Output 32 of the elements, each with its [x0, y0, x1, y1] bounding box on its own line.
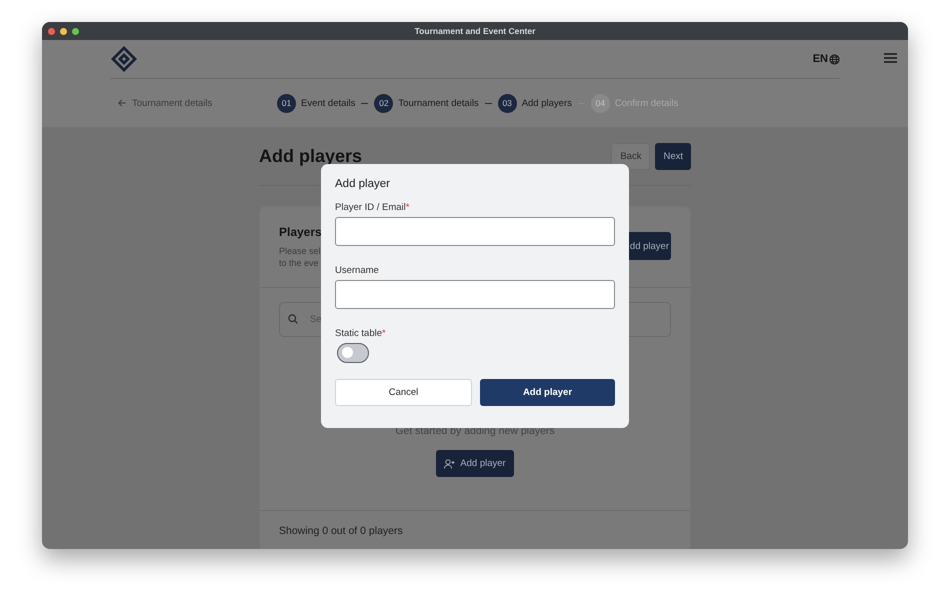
wizard-step[interactable]: 03 Add players [498, 94, 572, 112]
maximize-window-icon[interactable] [72, 28, 79, 34]
close-window-icon[interactable] [48, 28, 55, 34]
cancel-button[interactable]: Cancel [335, 379, 472, 406]
add-player-button[interactable]: Add player [480, 379, 615, 406]
toggle-switch[interactable] [337, 343, 369, 363]
step-number: 03 [498, 94, 517, 112]
add-player-button[interactable]: Add player [436, 450, 514, 477]
wizard-step[interactable]: 01 Event details [277, 94, 356, 112]
minimize-window-icon[interactable] [60, 28, 67, 34]
language-selector[interactable]: EN [812, 53, 840, 65]
user-plus-icon [444, 458, 456, 468]
card-title: Players [279, 225, 322, 239]
input-field[interactable] [335, 280, 615, 309]
globe-icon [829, 54, 840, 64]
arrow-left-icon [118, 99, 126, 107]
field-label: Player ID / Email* [335, 202, 410, 213]
input-field[interactable] [335, 217, 615, 246]
menu-icon[interactable] [884, 53, 897, 63]
dialog-title: Add player [335, 178, 391, 190]
wizard-step[interactable]: 02 Tournament details [374, 94, 479, 112]
next-button[interactable]: Next [655, 142, 691, 170]
page-title: Add players [259, 146, 362, 166]
players-count: Showing 0 out of 0 players [260, 510, 690, 549]
field-label: Username [335, 265, 380, 276]
step-number: 01 [277, 94, 296, 112]
step-number: 04 [590, 94, 610, 112]
field-label: Static table* [335, 328, 387, 339]
window-title: Tournament and Event Center [414, 26, 536, 36]
step-number: 02 [374, 94, 394, 112]
logo-icon[interactable] [110, 45, 138, 73]
card-description: Please sel to the eve [279, 245, 322, 269]
